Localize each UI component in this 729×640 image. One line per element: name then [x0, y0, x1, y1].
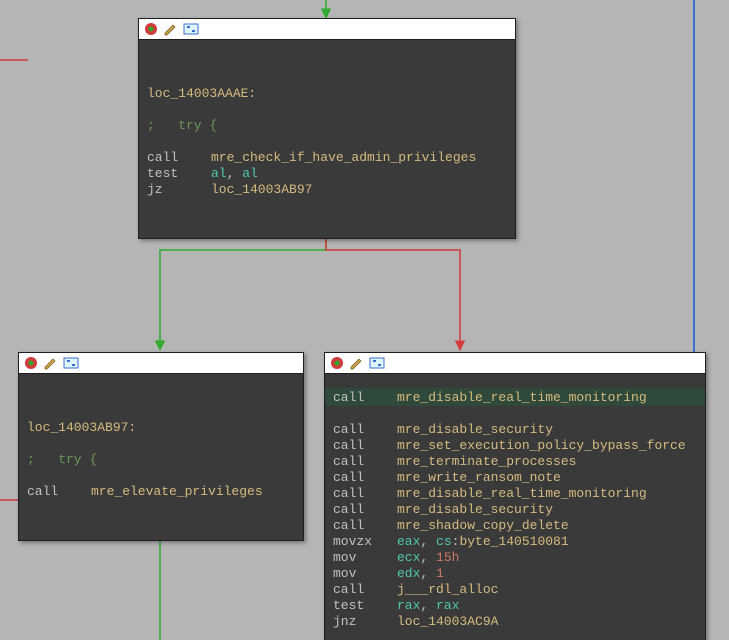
asm-line[interactable]: jzloc_14003AB97	[147, 182, 507, 198]
asm-line[interactable]: callmre_set_execution_policy_bypass_forc…	[333, 438, 697, 454]
graph-icon[interactable]	[63, 355, 79, 371]
breakpoint-icon[interactable]	[329, 355, 345, 371]
edit-icon[interactable]	[163, 21, 179, 37]
asm-line[interactable]: callj___rdl_alloc	[333, 582, 697, 598]
asm-line[interactable]: movzxeax, cs:byte_140510081	[333, 534, 697, 550]
asm-line[interactable]: testal, al	[147, 166, 507, 182]
node-titlebar	[325, 353, 705, 374]
graph-icon[interactable]	[369, 355, 385, 371]
node-loc-14003AB97[interactable]: loc_14003AB97: ; try { callmre_elevate_p…	[18, 352, 304, 541]
asm-line[interactable]: jnzloc_14003AC9A	[333, 614, 697, 630]
asm-line[interactable]: callmre_terminate_processes	[333, 454, 697, 470]
asm-line[interactable]: movecx, 15h	[333, 550, 697, 566]
asm-line[interactable]: callmre_disable_security	[333, 422, 697, 438]
asm-line[interactable]: callmre_elevate_privileges	[27, 484, 295, 500]
breakpoint-icon[interactable]	[23, 355, 39, 371]
node-body: callmre_disable_real_time_monitoring cal…	[325, 374, 705, 640]
node-payload[interactable]: callmre_disable_real_time_monitoring cal…	[324, 352, 706, 640]
asm-line[interactable]: callmre_write_ransom_note	[333, 470, 697, 486]
edit-icon[interactable]	[349, 355, 365, 371]
edit-icon[interactable]	[43, 355, 59, 371]
node-loc-14003AAAE[interactable]: loc_14003AAAE: ; try { callmre_check_if_…	[138, 18, 516, 239]
graph-icon[interactable]	[183, 21, 199, 37]
asm-line[interactable]: callmre_disable_security	[333, 502, 697, 518]
asm-line[interactable]: callmre_disable_real_time_monitoring	[333, 486, 697, 502]
asm-line[interactable]: callmre_shadow_copy_delete	[333, 518, 697, 534]
node-titlebar	[19, 353, 303, 374]
node-body: loc_14003AB97: ; try { callmre_elevate_p…	[19, 374, 303, 540]
asm-line[interactable]: callmre_check_if_have_admin_privileges	[147, 150, 507, 166]
node-body: loc_14003AAAE: ; try { callmre_check_if_…	[139, 40, 515, 238]
asm-line[interactable]: testrax, rax	[333, 598, 697, 614]
node-titlebar	[139, 19, 515, 40]
asm-line[interactable]: movedx, 1	[333, 566, 697, 582]
breakpoint-icon[interactable]	[143, 21, 159, 37]
